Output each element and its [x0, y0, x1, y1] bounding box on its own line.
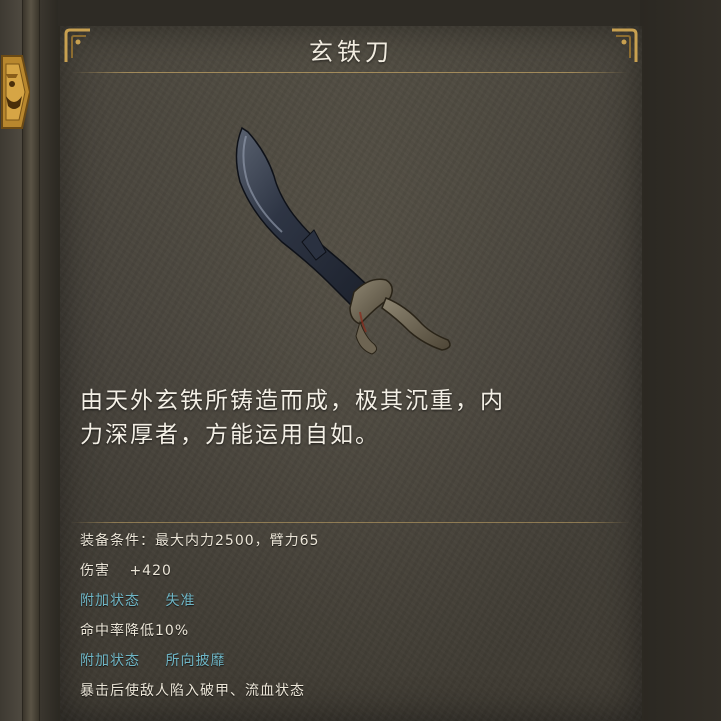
title-divider [72, 72, 628, 73]
item-tooltip-panel: 玄铁刀 由天外玄铁所铸造而成，极其沉重，内 力深厚者，方能运用自如。 装备条件：… [58, 26, 644, 721]
effect-header: 附加状态 失准 [80, 586, 620, 616]
effect-name: 失准 [165, 593, 196, 609]
equip-requirement: 装备条件：最大内力2500，臂力65 [80, 533, 320, 549]
top-backdrop [58, 0, 640, 26]
right-backdrop [640, 0, 721, 721]
effect-name: 所向披靡 [165, 653, 226, 669]
black-iron-blade-icon [235, 126, 451, 355]
effect-detail: 暴击后使敌人陷入破甲、流血状态 [80, 683, 305, 699]
effect-label: 附加状态 [80, 593, 140, 609]
title-bar: 玄铁刀 [60, 26, 642, 72]
damage-label: 伤害 [80, 563, 110, 579]
stats-divider [70, 522, 630, 523]
effect-detail: 命中率降低10% [80, 623, 190, 639]
effect-label: 附加状态 [80, 653, 140, 669]
description-line: 由天外玄铁所铸造而成，极其沉重，内 [80, 388, 505, 414]
ornate-corner-right-icon [612, 28, 638, 62]
effect-header: 附加状态 所向披靡 [80, 646, 620, 676]
item-description: 由天外玄铁所铸造而成，极其沉重，内 力深厚者，方能运用自如。 [80, 384, 620, 452]
demon-mask-emblem-icon[interactable] [0, 50, 30, 134]
item-name: 玄铁刀 [309, 37, 393, 66]
description-line: 力深厚者，方能运用自如。 [80, 422, 380, 448]
damage-stat: 伤害 +420 [80, 556, 620, 586]
damage-value: +420 [129, 563, 172, 579]
item-stats: 装备条件：最大内力2500，臂力65 伤害 +420 附加状态 失准 命中率降低… [80, 526, 620, 706]
ornate-corner-left-icon [64, 28, 90, 62]
